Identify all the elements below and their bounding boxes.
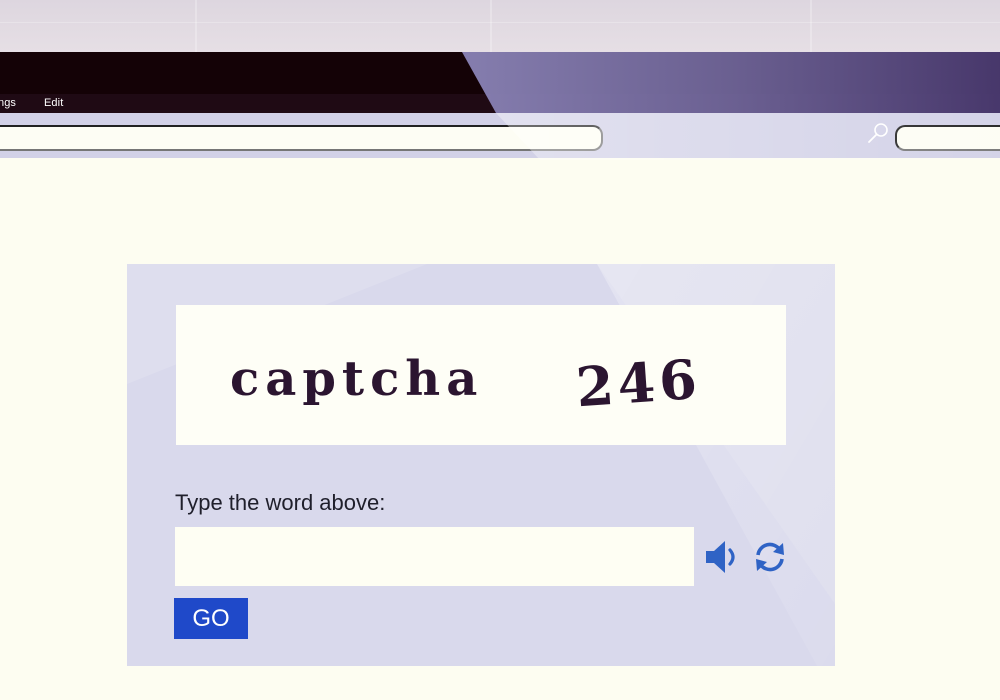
background-wall <box>0 0 1000 52</box>
browser-title-bar <box>0 52 1000 94</box>
wall-seam <box>810 0 812 52</box>
search-icon[interactable] <box>866 120 892 146</box>
captcha-number-group: 246 <box>574 347 703 420</box>
captcha-prompt: Type the word above: <box>175 490 386 515</box>
address-bar[interactable] <box>0 125 603 151</box>
go-button[interactable]: GO <box>174 598 248 639</box>
captcha-panel: captcha 246 Type the word above: GO <box>127 264 835 666</box>
wall-seam <box>490 0 492 52</box>
wall-seam <box>195 0 197 52</box>
captcha-image: captcha 246 <box>176 305 786 445</box>
captcha-word: captcha <box>230 351 483 407</box>
wall-seam <box>0 22 1000 23</box>
menu-item-edit[interactable]: Edit <box>44 96 63 110</box>
speaker-icon[interactable] <box>703 537 743 577</box>
captcha-number: 246 <box>574 347 703 420</box>
refresh-icon[interactable] <box>750 537 790 577</box>
browser-menu-bar <box>0 94 1000 113</box>
search-field[interactable] <box>895 125 1000 151</box>
menu-item-settings[interactable]: ngs <box>0 96 16 110</box>
captcha-answer-input[interactable] <box>175 527 694 586</box>
